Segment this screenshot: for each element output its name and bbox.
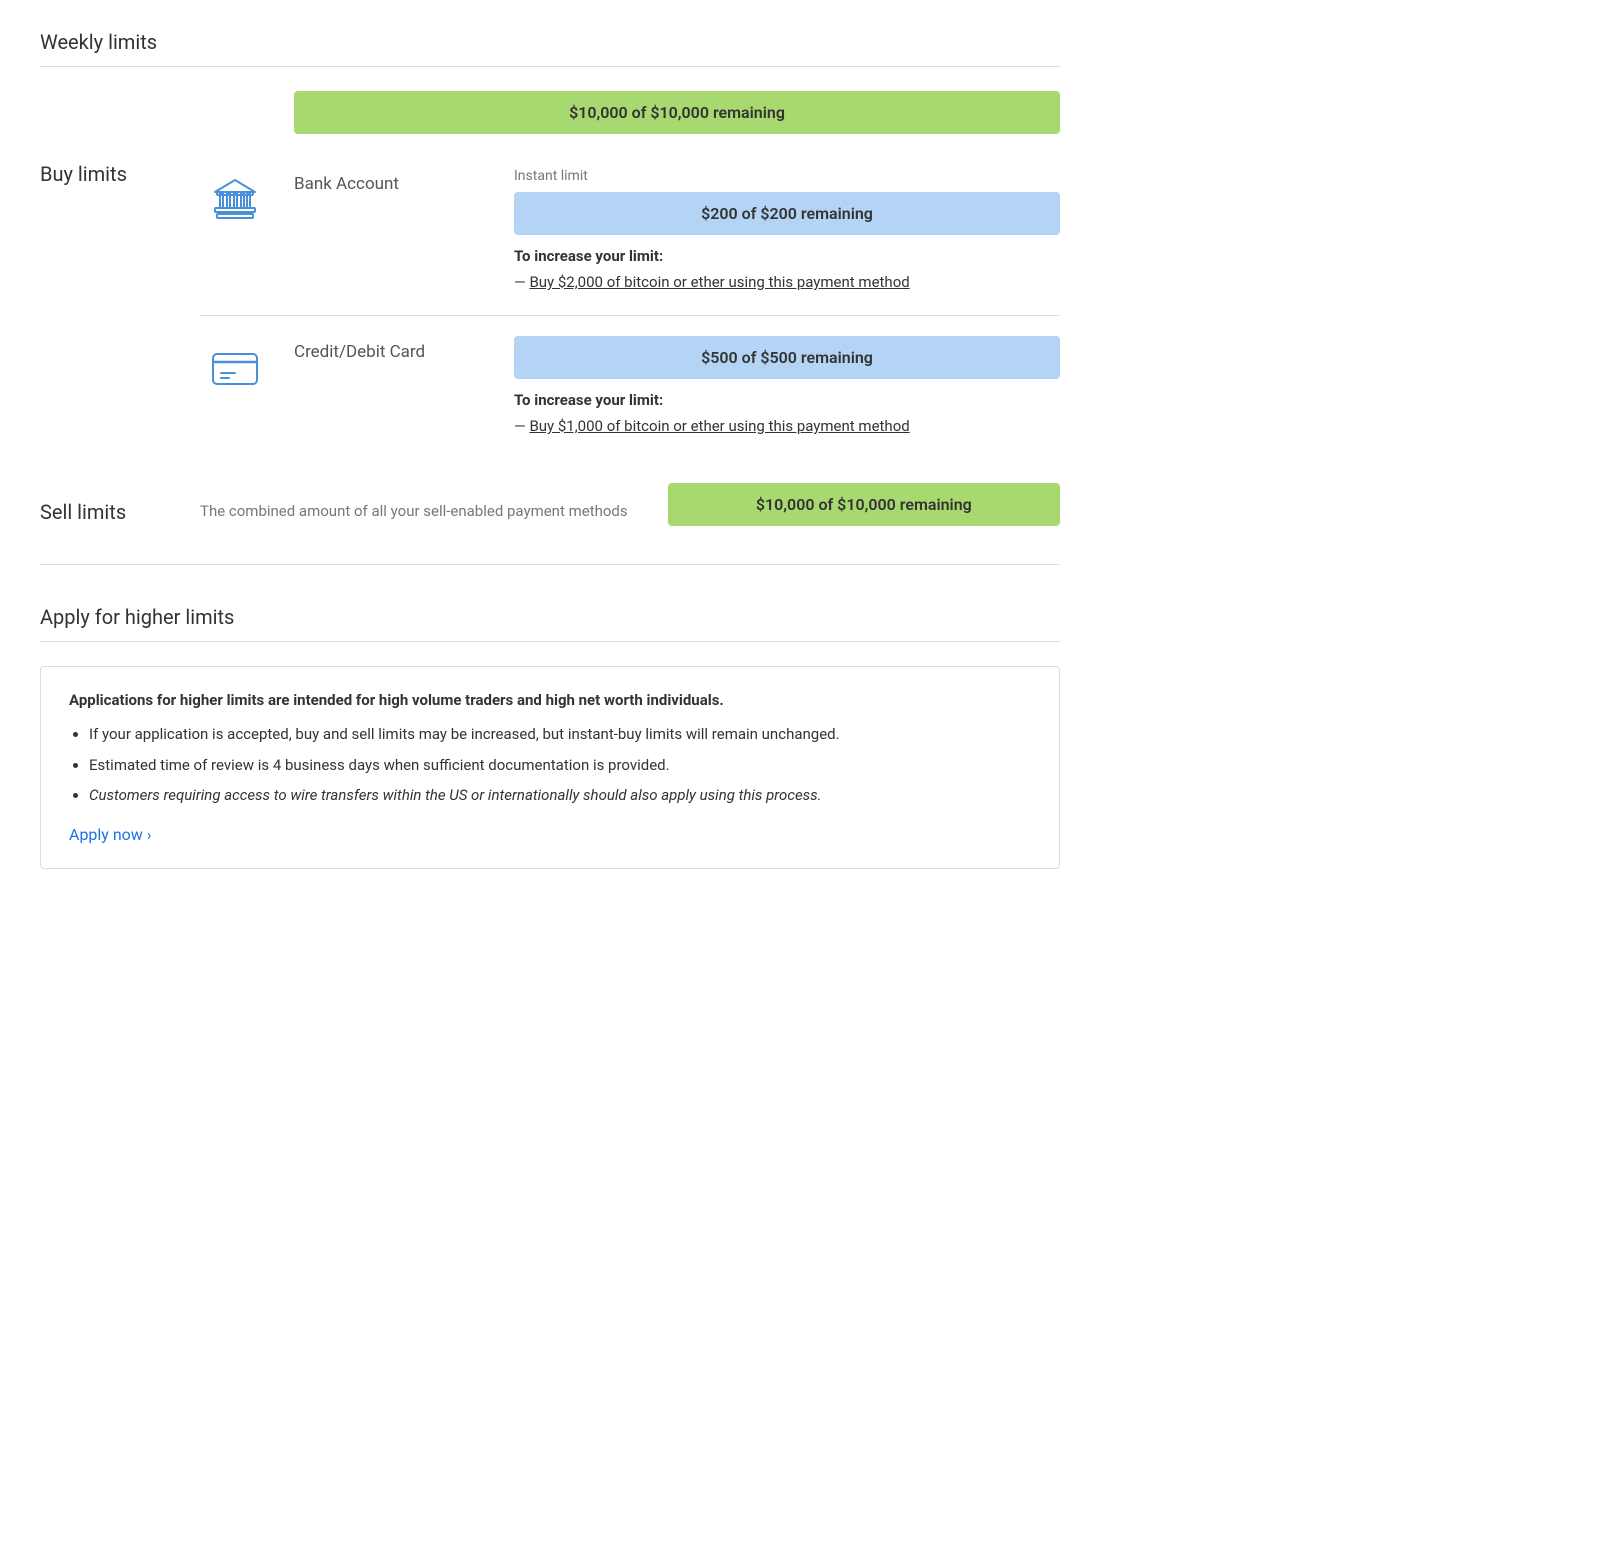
bank-increase-label: To increase your limit: <box>514 247 1060 265</box>
apply-box-title: Applications for higher limits are inten… <box>69 691 1031 709</box>
credit-card-name: Credit/Debit Card <box>294 336 474 362</box>
credit-card-increase-label: To increase your limit: <box>514 391 1060 409</box>
buy-limits-section: Buy limits <box>40 148 1060 459</box>
sell-limit-bar: $10,000 of $10,000 remaining <box>668 483 1060 526</box>
bank-account-row: Bank Account Instant limit $200 of $200 … <box>200 148 1060 316</box>
bank-icon <box>200 172 270 228</box>
apply-bullet-3-text: Customers requiring access to wire trans… <box>89 786 822 804</box>
sell-limit-bar-container: $10,000 of $10,000 remaining <box>668 483 1060 540</box>
sell-limits-section: Sell limits The combined amount of all y… <box>40 459 1060 565</box>
buy-limits-label: Buy limits <box>40 148 200 186</box>
overall-limit-content: $10,000 of $10,000 remaining <box>200 91 1060 148</box>
apply-bullet-2: Estimated time of review is 4 business d… <box>89 754 1031 777</box>
apply-section-title: Apply for higher limits <box>40 605 1060 629</box>
credit-card-row: Credit/Debit Card $500 of $500 remaining… <box>200 316 1060 459</box>
apply-section-divider <box>40 641 1060 642</box>
apply-bullet-1: If your application is accepted, buy and… <box>89 723 1031 746</box>
apply-now-link[interactable]: Apply now › <box>69 825 152 844</box>
card-icon <box>200 340 270 396</box>
overall-limit-spacer <box>40 91 200 148</box>
credit-card-limits: $500 of $500 remaining To increase your … <box>514 336 1060 439</box>
credit-card-bar: $500 of $500 remaining <box>514 336 1060 379</box>
weekly-limits-title: Weekly limits <box>40 30 1060 54</box>
sell-limits-label: Sell limits <box>40 500 200 524</box>
bank-account-limits: Instant limit $200 of $200 remaining To … <box>514 168 1060 295</box>
apply-box: Applications for higher limits are inten… <box>40 666 1060 869</box>
buy-methods-container: Bank Account Instant limit $200 of $200 … <box>200 148 1060 459</box>
bank-increase-anchor[interactable]: Buy $2,000 of bitcoin or ether using thi… <box>529 273 909 291</box>
apply-bullet-3: Customers requiring access to wire trans… <box>89 784 1031 807</box>
bank-increase-link: — Buy $2,000 of bitcoin or ether using t… <box>514 273 1060 291</box>
weekly-limits-divider <box>40 66 1060 67</box>
overall-limit-bar: $10,000 of $10,000 remaining <box>294 91 1060 134</box>
credit-card-increase-anchor[interactable]: Buy $1,000 of bitcoin or ether using thi… <box>529 417 909 435</box>
sell-limits-description: The combined amount of all your sell-ena… <box>200 501 628 522</box>
apply-section: Apply for higher limits Applications for… <box>40 605 1060 869</box>
apply-bullets: If your application is accepted, buy and… <box>69 723 1031 807</box>
weekly-limits-section: Weekly limits <box>40 30 1060 67</box>
bank-account-name: Bank Account <box>294 168 474 194</box>
bank-instant-label: Instant limit <box>514 168 1060 184</box>
bank-instant-bar: $200 of $200 remaining <box>514 192 1060 235</box>
credit-card-increase-link: — Buy $1,000 of bitcoin or ether using t… <box>514 417 1060 435</box>
overall-limit-wrapper: $10,000 of $10,000 remaining <box>40 91 1060 148</box>
